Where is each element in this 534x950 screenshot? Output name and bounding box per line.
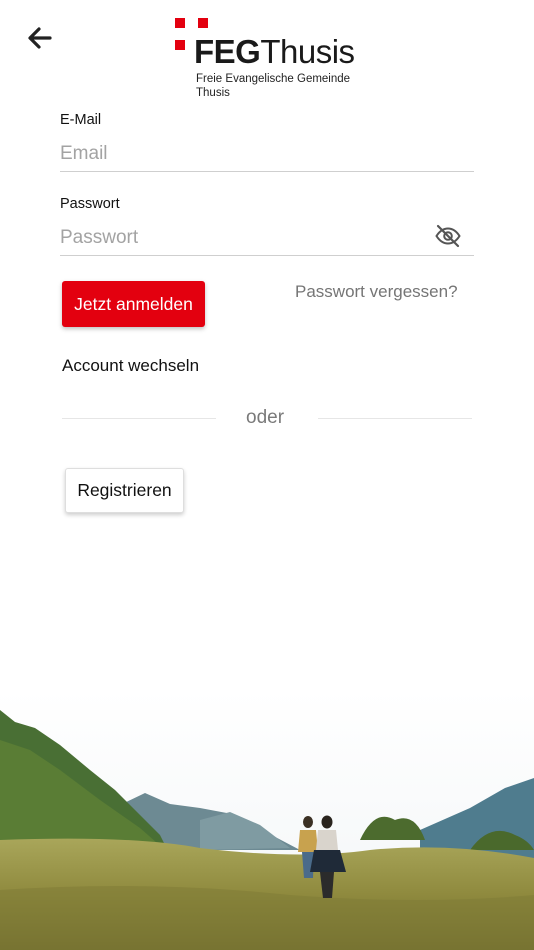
divider-left — [62, 418, 216, 419]
logo-name: FEGThusis — [194, 33, 355, 70]
logo-subtitle: Freie Evangelische Gemeinde Thusis — [196, 73, 351, 99]
eye-off-icon[interactable] — [434, 222, 462, 250]
arrow-left-icon — [28, 27, 52, 49]
landscape-image — [0, 690, 534, 950]
logo: FEGThusis Freie Evangelische Gemeinde Th… — [174, 16, 374, 102]
back-button[interactable] — [26, 24, 54, 52]
divider-right — [318, 418, 472, 419]
email-field[interactable] — [60, 137, 474, 172]
email-label: E-Mail — [60, 112, 102, 128]
forgot-password-link[interactable]: Passwort vergessen? — [295, 282, 458, 302]
password-label: Passwort — [60, 196, 120, 212]
switch-account-link[interactable]: Account wechseln — [62, 356, 199, 376]
login-button[interactable]: Jetzt anmelden — [62, 281, 205, 327]
register-button[interactable]: Registrieren — [65, 468, 184, 513]
divider-label: oder — [246, 407, 285, 428]
password-field[interactable] — [60, 221, 474, 256]
